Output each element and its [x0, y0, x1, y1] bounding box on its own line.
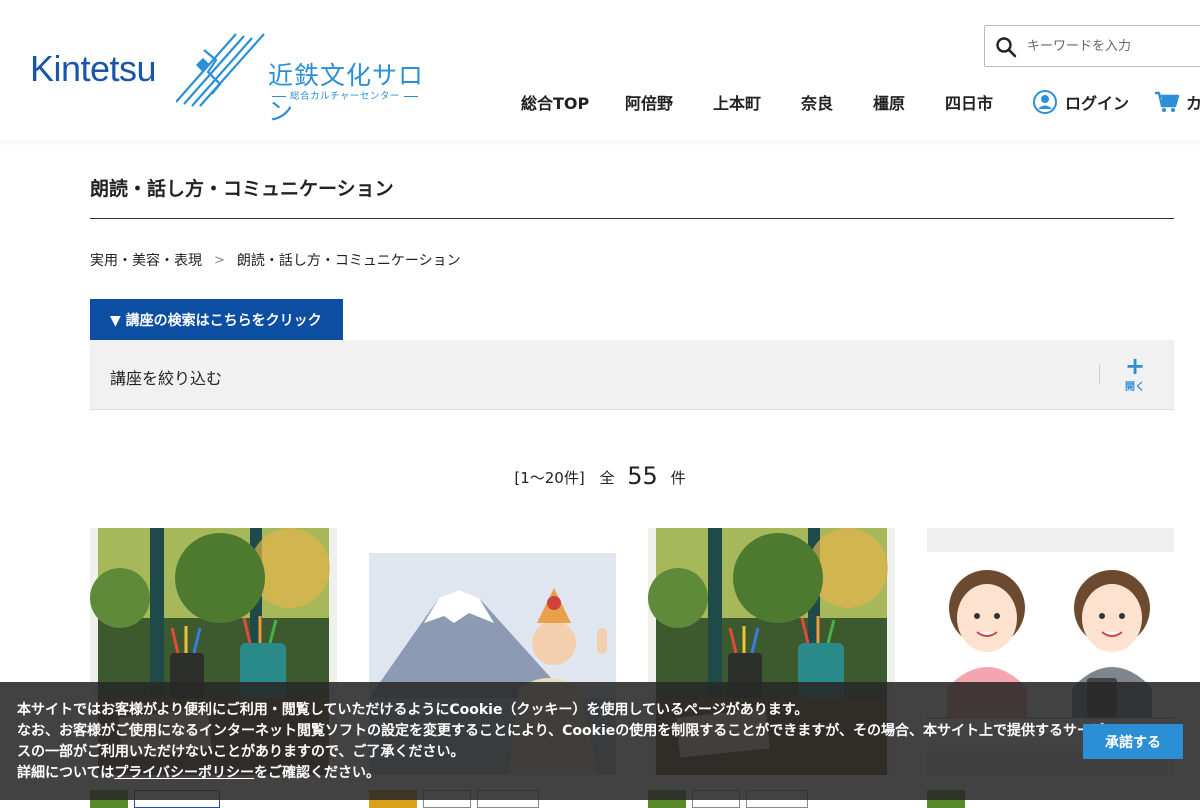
cookie-line-prefix: 詳細については: [17, 765, 115, 781]
breadcrumb: 実用・美容・表現 > 朗読・話し方・コミュニケーション: [90, 250, 461, 270]
login-label: ログイン: [1065, 94, 1130, 113]
cart-label: カ: [1186, 94, 1200, 113]
login-link[interactable]: ログイン: [1033, 90, 1129, 114]
cookie-accept-button[interactable]: 承諾する: [1083, 724, 1183, 759]
filter-divider: [1099, 364, 1100, 384]
search-icon[interactable]: [995, 36, 1017, 58]
plus-icon: +: [1124, 352, 1146, 380]
page-title: 朗読・話し方・コミュニケーション: [90, 178, 394, 200]
filter-label: 講座を絞り込む: [110, 369, 223, 388]
breadcrumb-item-category[interactable]: 実用・美容・表現: [90, 250, 202, 270]
search-input[interactable]: [1027, 35, 1197, 57]
result-count: [1〜20件] 全 55 件: [0, 462, 1200, 490]
cookie-banner: 本サイトではお客様がより便利にご利用・閲覧していただけるようにCookie（クッ…: [0, 682, 1200, 800]
cookie-line: 詳細についてはプライバシーポリシーをご確認ください。: [17, 763, 1107, 784]
result-range: [1〜20件]: [514, 469, 585, 487]
nav-item-abeno[interactable]: 阿倍野: [625, 90, 673, 114]
cart-icon: [1155, 91, 1180, 112]
filter-open-label: 開く: [1125, 382, 1145, 393]
cookie-message: 本サイトではお客様がより便利にご利用・閲覧していただけるようにCookie（クッ…: [17, 700, 1107, 784]
filter-panel: 講座を絞り込む + 開く: [90, 340, 1174, 410]
search-box: [984, 25, 1200, 67]
nav-item-nara[interactable]: 奈良: [801, 90, 833, 114]
cookie-line-suffix: をご確認ください。: [254, 765, 381, 781]
course-search-toggle-label: ▼ 講座の検索はこちらをクリック: [110, 312, 322, 329]
nav-item-kashihara[interactable]: 橿原: [873, 90, 905, 114]
nav-item-uehommachi[interactable]: 上本町: [713, 90, 761, 114]
course-search-toggle[interactable]: ▼ 講座の検索はこちらをクリック: [90, 299, 343, 340]
nav-item-top[interactable]: 総合TOP: [521, 90, 589, 114]
title-divider: [90, 218, 1174, 219]
cookie-line: 本サイトではお客様がより便利にご利用・閲覧していただけるようにCookie（クッ…: [17, 702, 809, 718]
user-icon: [1033, 90, 1057, 114]
breadcrumb-item-current: 朗読・話し方・コミュニケーション: [236, 253, 461, 269]
main-nav: 総合TOP 阿倍野 上本町 奈良 橿原 四日市: [0, 90, 1200, 114]
cart-link[interactable]: カ: [1154, 90, 1200, 114]
result-total-prefix: 全: [599, 469, 615, 487]
result-total: 55: [627, 462, 658, 490]
chevron-right-icon: >: [214, 252, 225, 268]
cookie-line: なお、お客様がご使用になるインターネット閲覧ソフトの設定を変更することにより、C…: [17, 723, 1105, 760]
logo-brand: Kintetsu: [30, 48, 157, 89]
result-total-suffix: 件: [670, 469, 686, 487]
privacy-policy-link[interactable]: プライバシーポリシー: [114, 765, 254, 781]
nav-item-yokkaichi[interactable]: 四日市: [945, 90, 993, 114]
filter-open-button[interactable]: + 開く: [1120, 352, 1150, 393]
site-header: Kintetsu 近鉄文化サロン 総合カルチャーセンター 総合TOP 阿倍野 上…: [0, 0, 1200, 140]
